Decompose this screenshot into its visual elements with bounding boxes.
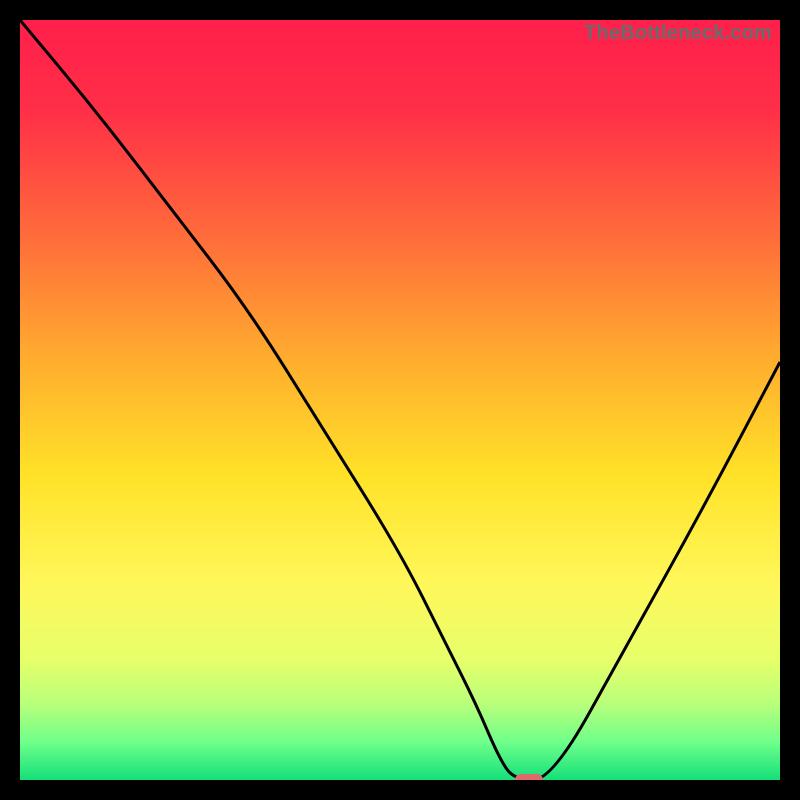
- bottleneck-curve: [20, 20, 780, 780]
- plot-area: TheBottleneck.com: [20, 20, 780, 780]
- optimal-marker: [515, 774, 543, 780]
- chart-frame: TheBottleneck.com: [0, 0, 800, 800]
- curve-path: [20, 20, 780, 780]
- watermark-text: TheBottleneck.com: [584, 22, 772, 45]
